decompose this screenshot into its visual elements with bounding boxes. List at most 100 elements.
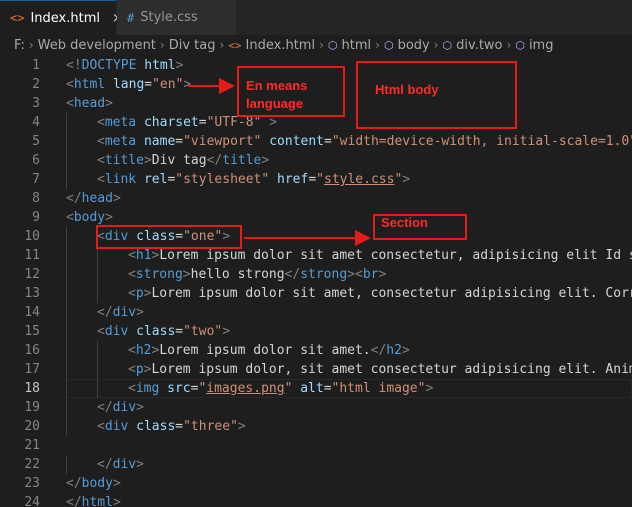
- code-text: </html>: [66, 493, 121, 507]
- tab-index-html[interactable]: <> Index.html ×: [0, 0, 123, 35]
- indent-guide: [97, 360, 98, 379]
- code-line[interactable]: 11 <h1>Lorem ipsum dolor sit amet consect…: [0, 246, 632, 265]
- code-token: "stylesheet": [175, 172, 270, 187]
- indent-guide: [97, 284, 98, 303]
- breadcrumb-file[interactable]: Index.html: [246, 38, 316, 53]
- code-token: </: [66, 476, 82, 491]
- code-line[interactable]: 22 </div>: [0, 455, 632, 474]
- breadcrumb: F: › Web development › Div tag › <> Inde…: [0, 35, 632, 55]
- code-line[interactable]: 23 </body>: [0, 474, 632, 493]
- line-number: 11: [24, 248, 40, 263]
- code-token: =: [144, 77, 153, 92]
- line-number: 5: [32, 134, 40, 149]
- breadcrumb-body[interactable]: body: [398, 38, 430, 53]
- indent-guide: [66, 132, 67, 151]
- code-token: </: [97, 305, 113, 320]
- breadcrumb-folder-web-development[interactable]: Web development: [38, 38, 156, 53]
- code-line[interactable]: 18 <img src="images.png" alt="html image"…: [0, 379, 632, 398]
- code-token: head: [81, 191, 113, 206]
- code-token: strong: [135, 267, 183, 282]
- indent-guide: [66, 455, 67, 474]
- code-line[interactable]: 19 </div>: [0, 398, 632, 417]
- breadcrumb-div-two[interactable]: div.two: [456, 38, 502, 53]
- code-token: =: [308, 172, 317, 187]
- code-token: content: [261, 134, 325, 149]
- code-line[interactable]: 20 <div class="three">: [0, 417, 632, 436]
- line-number: 23: [24, 476, 40, 491]
- code-line[interactable]: 5 <meta name="viewport" content="width=de…: [0, 132, 632, 151]
- line-number: 7: [32, 172, 40, 187]
- code-token: <: [128, 286, 136, 301]
- tab-style-css[interactable]: # Style.css: [117, 0, 237, 35]
- code-token: lang: [105, 77, 145, 92]
- code-editor[interactable]: 1 <!DOCTYPE html> 2 <html lang="en"> 3 <head>…: [0, 56, 632, 507]
- indent-guide: [66, 341, 67, 360]
- code-token: link: [104, 172, 137, 187]
- code-line[interactable]: 14 </div>: [0, 303, 632, 322]
- code-token: </: [97, 400, 113, 415]
- code-text: <h2>Lorem ipsum dolor sit amet.</h2>: [128, 341, 410, 360]
- code-token: <: [97, 115, 105, 130]
- code-token: "html image": [331, 381, 426, 396]
- line-number: 6: [32, 153, 40, 168]
- code-token: </: [206, 153, 223, 168]
- code-token: </: [66, 495, 82, 507]
- line-number: 22: [24, 457, 40, 472]
- code-text: </div>: [97, 398, 144, 417]
- code-token: >: [261, 115, 278, 130]
- code-token: charset: [136, 115, 199, 130]
- code-token: >: [136, 305, 144, 320]
- code-token: >: [112, 495, 121, 507]
- indent-guide: [66, 417, 67, 436]
- code-line[interactable]: 7 <link rel="stylesheet" href="style.css"…: [0, 170, 632, 189]
- line-number: 9: [32, 210, 40, 225]
- breadcrumb-drive[interactable]: F:: [14, 38, 25, 53]
- code-token: div: [112, 305, 137, 320]
- element-cube-icon: ⬡: [442, 38, 453, 52]
- code-line[interactable]: 15 <div class="two">: [0, 322, 632, 341]
- indent-guide: [97, 341, 98, 360]
- indent-guide: [66, 303, 67, 322]
- line-number: 16: [24, 343, 40, 358]
- line-number: 13: [24, 286, 40, 301]
- indent-guide: [66, 360, 67, 379]
- code-token: <: [128, 267, 136, 282]
- code-line[interactable]: 21: [0, 436, 632, 455]
- indent-guide: [66, 265, 67, 284]
- code-token: =: [324, 134, 332, 149]
- code-token: >: [183, 77, 192, 92]
- indent-guide: [66, 284, 67, 303]
- code-line[interactable]: 16 <h2>Lorem ipsum dolor sit amet.</h2>: [0, 341, 632, 360]
- code-line[interactable]: 13 <p>Lorem ipsum dolor sit amet, consect…: [0, 284, 632, 303]
- breadcrumb-img[interactable]: img: [529, 38, 554, 53]
- code-line[interactable]: 12 <strong>hello strong</strong><br>: [0, 265, 632, 284]
- code-token: div: [104, 419, 129, 434]
- code-token: head: [73, 96, 106, 111]
- code-token: src: [159, 381, 191, 396]
- code-token: h2: [386, 343, 402, 358]
- code-line[interactable]: 17 <p>Lorem ipsum dolor, sit amet consect…: [0, 360, 632, 379]
- code-line[interactable]: 6 <title>Div tag</title>: [0, 151, 632, 170]
- code-token: p: [135, 286, 144, 301]
- indent-guide: [66, 322, 67, 341]
- line-number: 17: [24, 362, 40, 377]
- code-token: =: [175, 324, 184, 339]
- code-line[interactable]: 8 </head>: [0, 189, 632, 208]
- code-token: Lorem ipsum dolor sit amet.: [159, 343, 371, 358]
- code-line[interactable]: 10 <div class="one">: [0, 227, 632, 246]
- breadcrumb-folder-div-tag[interactable]: Div tag: [169, 38, 216, 53]
- indent-guide: [97, 379, 98, 398]
- line-number: 8: [32, 191, 40, 206]
- code-token: >: [401, 343, 410, 358]
- breadcrumb-html[interactable]: html: [342, 38, 372, 53]
- code-token: Lorem ipsum dolor, sit amet consectetur …: [151, 362, 632, 377]
- indent-guide: [66, 379, 67, 398]
- code-token: html: [144, 58, 176, 73]
- code-line[interactable]: 9 <body>: [0, 208, 632, 227]
- code-token: >: [237, 419, 246, 434]
- code-text: <p>Lorem ipsum dolor, sit amet consectet…: [128, 360, 632, 379]
- line-number: 2: [32, 77, 40, 92]
- line-number: 14: [24, 305, 40, 320]
- code-token: style.css: [324, 172, 395, 187]
- code-line[interactable]: 24 </html>: [0, 493, 632, 507]
